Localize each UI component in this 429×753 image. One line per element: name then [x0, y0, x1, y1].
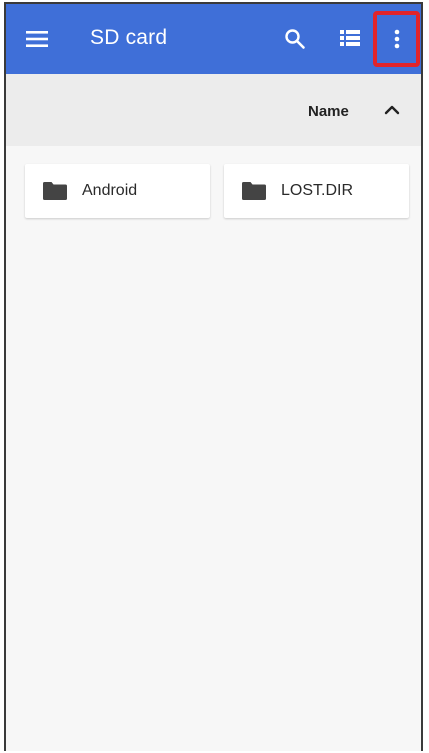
app-title: SD card	[90, 26, 168, 49]
list-view-icon	[340, 30, 360, 46]
folder-item-lost-dir[interactable]: LOST.DIR	[224, 164, 409, 218]
chevron-up-icon	[384, 105, 400, 115]
folder-icon	[43, 182, 67, 200]
app-bar: SD card	[6, 4, 421, 74]
file-list: Android LOST.DIR	[6, 146, 421, 751]
overflow-menu-button[interactable]	[373, 11, 420, 67]
menu-button[interactable]	[22, 25, 52, 53]
folder-name: Android	[82, 182, 138, 199]
search-icon	[285, 29, 305, 49]
more-vert-icon	[394, 29, 399, 49]
folder-name: LOST.DIR	[281, 182, 354, 199]
phone-screen: SD card Name Android LOST.DIR	[4, 2, 423, 751]
view-toggle-button[interactable]	[340, 29, 366, 53]
search-button[interactable]	[284, 28, 310, 54]
sort-by-name-button[interactable]: Name	[308, 103, 349, 120]
hamburger-menu-icon	[26, 31, 48, 47]
folder-icon	[242, 182, 266, 200]
sort-direction-button[interactable]	[382, 100, 402, 120]
folder-item-android[interactable]: Android	[25, 164, 210, 218]
sort-bar: Name	[6, 74, 421, 146]
